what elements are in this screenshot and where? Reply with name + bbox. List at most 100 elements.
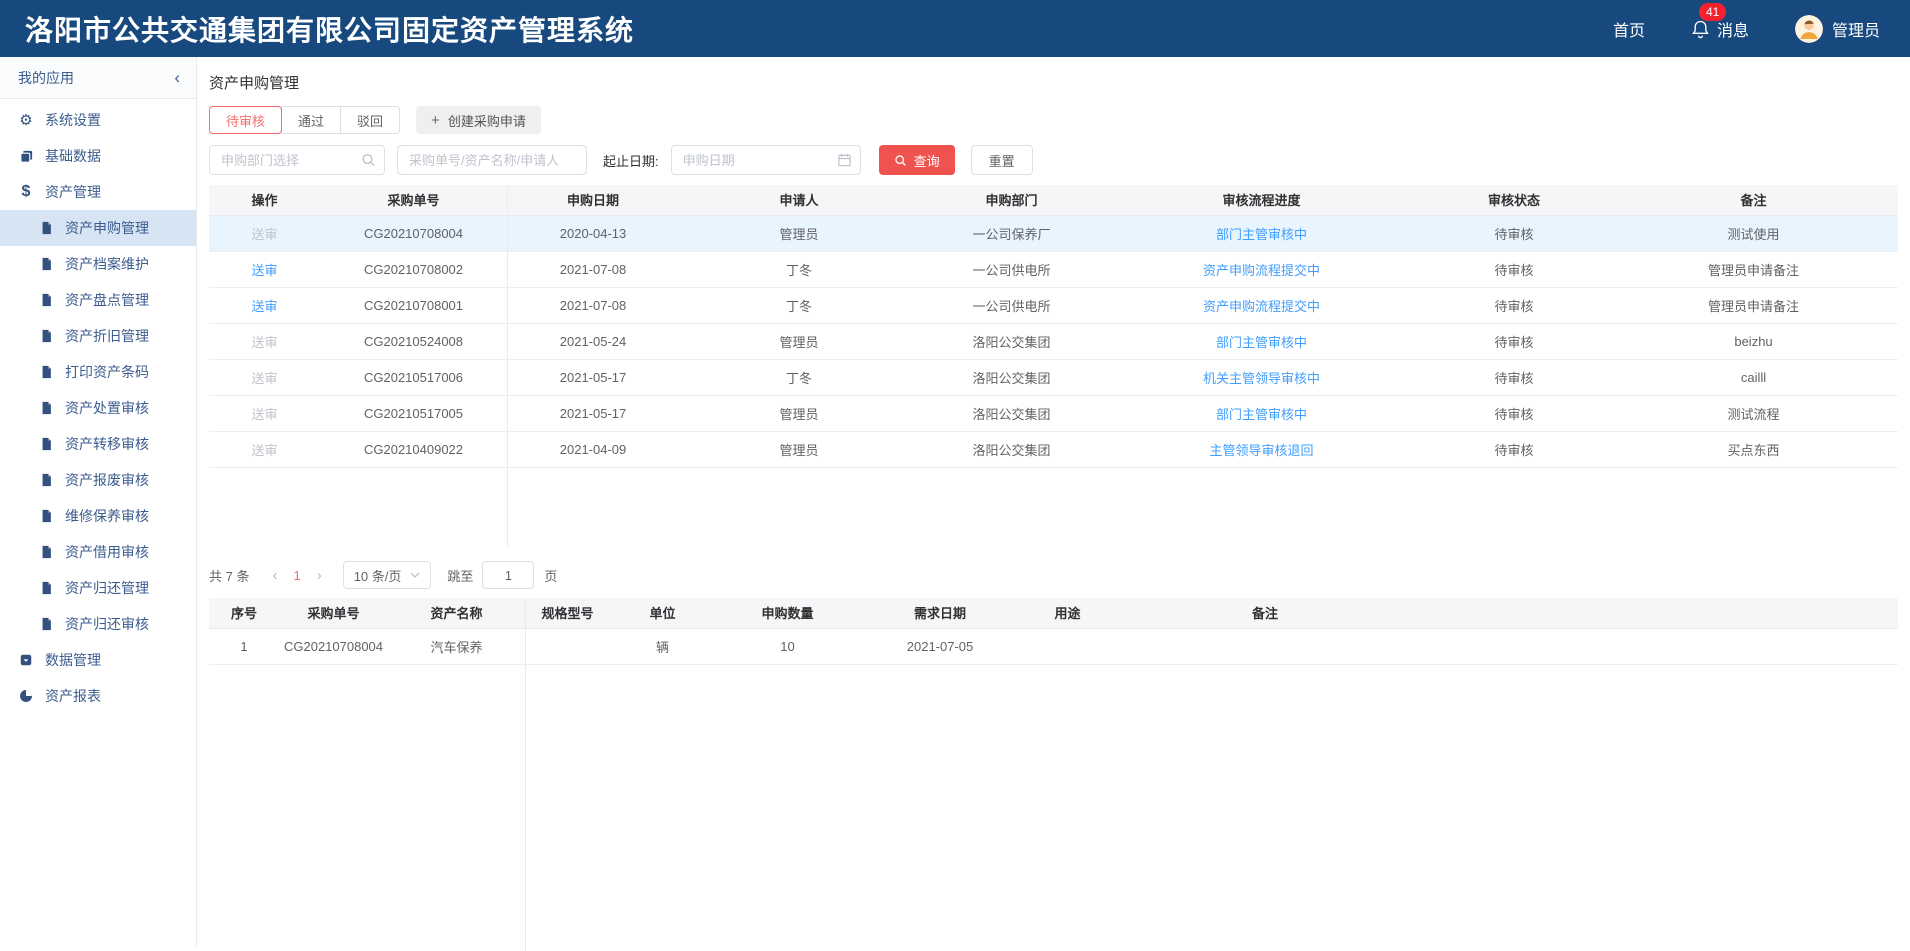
cell-applicant: 管理员 [679,395,919,431]
progress-link[interactable]: 机关主管领导审核中 [1203,371,1320,386]
cell-status: 待审核 [1419,359,1609,395]
column-header-申请人: 申请人 [679,185,919,215]
sidebar-item-资产盘点管理[interactable]: 资产盘点管理 [0,282,196,318]
current-page-number[interactable]: 1 [286,568,307,583]
nav-user[interactable]: 管理员 [1795,15,1880,43]
cell-order-no: CG20210409022 [320,431,507,467]
box-icon [18,653,34,667]
query-button-label: 查询 [914,151,940,170]
sidebar-item-label: 资产申购管理 [65,218,149,238]
sidebar-item-维修保养审核[interactable]: 维修保养审核 [0,498,196,534]
purchase-row[interactable]: 送审CG202105170052021-05-17管理员洛阳公交集团部门主管审核… [209,395,1898,431]
cell-purchase-date: 2020-04-13 [507,215,679,251]
file-icon [38,617,54,631]
progress-link[interactable]: 资产申购流程提交中 [1203,263,1320,278]
purchase-row[interactable]: 送审CG202105240082021-05-24管理员洛阳公交集团部门主管审核… [209,323,1898,359]
sidebar-item-label: 资产管理 [45,182,101,202]
column-header-规格型号: 规格型号 [525,598,610,628]
sidebar-item-label: 资产盘点管理 [65,290,149,310]
cell-name: 汽车保养 [388,628,525,664]
sidebar: 我的应用 ‹ ⚙系统设置基础数据$资产管理资产申购管理资产档案维护资产盘点管理资… [0,57,197,946]
cell-order-no: CG20210708004 [279,628,388,664]
dollar-icon: $ [18,183,34,201]
sidebar-header-label: 我的应用 [18,68,74,88]
create-purchase-request-button[interactable]: + 创建采购申请 [416,106,541,134]
sidebar-item-基础数据[interactable]: 基础数据 [0,138,196,174]
jump-page-input[interactable] [482,561,534,589]
cell-status: 待审核 [1419,431,1609,467]
sidebar-item-资产借用审核[interactable]: 资产借用审核 [0,534,196,570]
plus-icon: + [431,112,440,129]
query-search-icon [894,154,907,167]
detail-row[interactable]: 1CG20210708004汽车保养辆102021-07-05 [209,628,1898,664]
sidebar-item-资产归还审核[interactable]: 资产归还审核 [0,606,196,642]
progress-link[interactable]: 资产申购流程提交中 [1203,299,1320,314]
prev-page-button[interactable]: ‹ [263,567,286,584]
sidebar-item-资产处置审核[interactable]: 资产处置审核 [0,390,196,426]
tab-rejected[interactable]: 驳回 [340,106,400,134]
detail-table-container: 序号采购单号资产名称规格型号单位申购数量需求日期用途备注 1CG20210708… [209,598,1898,951]
database-icon [18,149,34,164]
cell-progress: 资产申购流程提交中 [1104,287,1419,323]
file-icon [38,365,54,379]
submit-review-link[interactable]: 送审 [251,299,277,314]
query-button[interactable]: 查询 [879,145,955,175]
cell-qty: 10 [715,628,860,664]
sidebar-item-资产管理[interactable]: $ 资产管理 [0,174,196,210]
collapse-sidebar-icon[interactable]: ‹ [174,69,180,86]
cell-action: 送审 [209,251,320,287]
purchase-row[interactable]: 送审CG202107080022021-07-08丁冬一公司供电所资产申购流程提… [209,251,1898,287]
column-header-审核流程进度: 审核流程进度 [1104,185,1419,215]
sidebar-item-资产折旧管理[interactable]: 资产折旧管理 [0,318,196,354]
cell-order-no: CG20210517005 [320,395,507,431]
cell-action: 送审 [209,287,320,323]
column-header-需求日期: 需求日期 [860,598,1020,628]
cell-action: 送审 [209,215,320,251]
keyword-search-input[interactable] [397,145,587,175]
reset-button[interactable]: 重置 [971,145,1033,175]
next-page-button[interactable]: › [308,567,331,584]
sidebar-item-资产归还管理[interactable]: 资产归还管理 [0,570,196,606]
purchase-date-input[interactable] [671,145,861,175]
cell-purchase-date: 2021-07-08 [507,251,679,287]
nav-home[interactable]: 首页 [1613,17,1645,41]
sidebar-item-label: 资产处置审核 [65,398,149,418]
tab-approved[interactable]: 通过 [281,106,341,134]
tab-pending-review[interactable]: 待审核 [209,106,282,134]
sidebar-item-label: 资产归还审核 [65,614,149,634]
sidebar-item-资产报废审核[interactable]: 资产报废审核 [0,462,196,498]
cell-remark: beizhu [1609,323,1898,359]
purchase-row[interactable]: 送审CG202107080042020-04-13管理员一公司保养厂部门主管审核… [209,215,1898,251]
cell-unit: 辆 [610,628,715,664]
purchase-row[interactable]: 送审CG202107080012021-07-08丁冬一公司供电所资产申购流程提… [209,287,1898,323]
progress-link[interactable]: 部门主管审核中 [1216,335,1307,350]
purchase-dept-select-input[interactable] [209,145,385,175]
sidebar-item-数据管理[interactable]: 数据管理 [0,642,196,678]
cell-remark: cailll [1609,359,1898,395]
sidebar-item-系统设置[interactable]: ⚙系统设置 [0,102,196,138]
sidebar-item-资产转移审核[interactable]: 资产转移审核 [0,426,196,462]
purchase-row[interactable]: 送审CG202105170062021-05-17丁冬洛阳公交集团机关主管领导审… [209,359,1898,395]
page-size-select[interactable]: 10 条/页 [343,561,432,589]
status-tab-group: 待审核 通过 驳回 [209,106,400,134]
progress-link[interactable]: 部门主管审核中 [1216,227,1307,242]
purchase-row[interactable]: 送审CG202104090222021-04-09管理员洛阳公交集团主管领导审核… [209,431,1898,467]
message-count-badge: 41 [1699,3,1726,21]
nav-messages[interactable]: 41 消息 [1691,17,1749,41]
sidebar-item-label: 资产转移审核 [65,434,149,454]
cell-progress: 机关主管领导审核中 [1104,359,1419,395]
file-icon [38,473,54,487]
progress-link[interactable]: 部门主管审核中 [1216,407,1307,422]
sidebar-item-资产申购管理[interactable]: 资产申购管理 [0,210,196,246]
progress-link[interactable]: 主管领导审核退回 [1209,443,1313,458]
purchase-table-container: 操作采购单号申购日期申请人申购部门审核流程进度审核状态备注 送审CG202107… [209,185,1898,548]
column-header-采购单号: 采购单号 [320,185,507,215]
cell-order-no: CG20210524008 [320,323,507,359]
cell-need-date: 2021-07-05 [860,628,1020,664]
sidebar-item-资产报表[interactable]: 资产报表 [0,678,196,714]
submit-review-link[interactable]: 送审 [251,263,277,278]
column-header-序号: 序号 [209,598,279,628]
cell-remark: 测试使用 [1609,215,1898,251]
sidebar-item-打印资产条码[interactable]: 打印资产条码 [0,354,196,390]
sidebar-item-资产档案维护[interactable]: 资产档案维护 [0,246,196,282]
